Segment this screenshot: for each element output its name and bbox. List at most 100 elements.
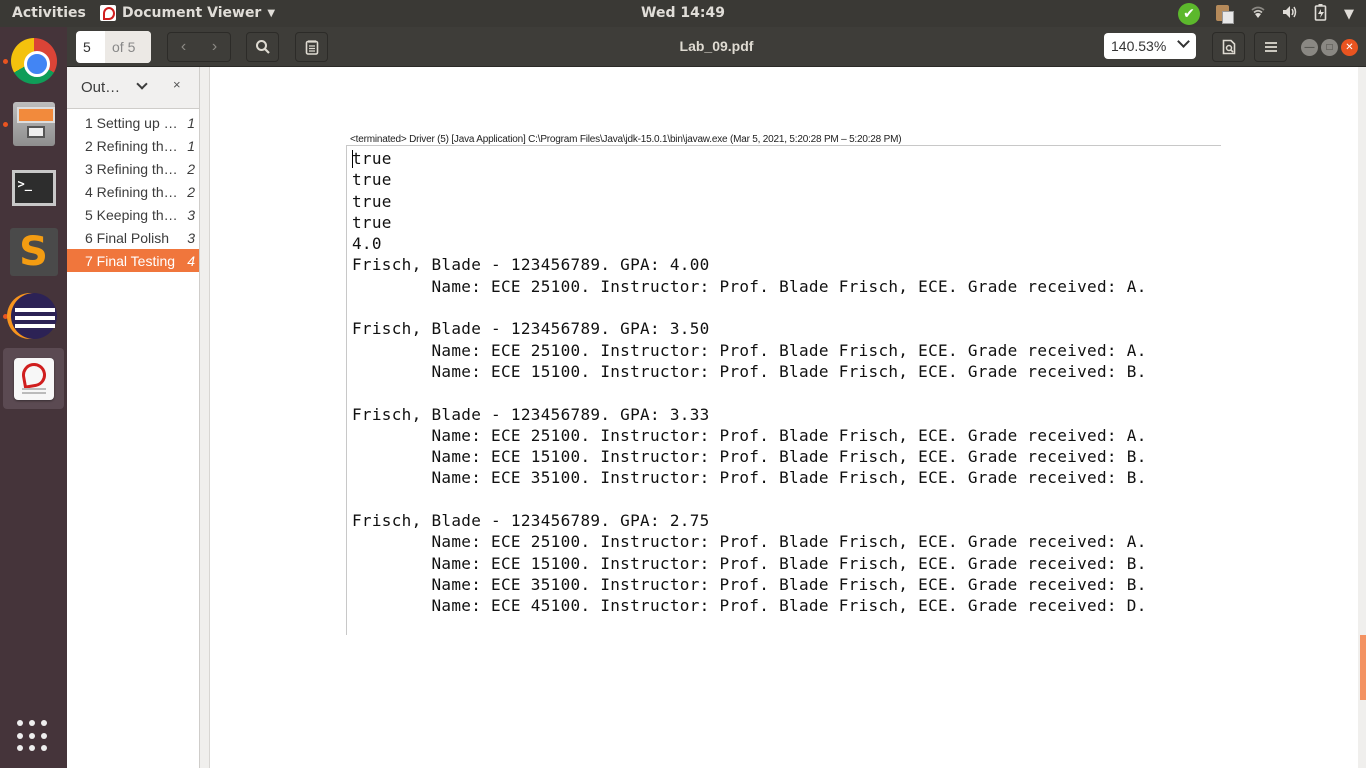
document-page[interactable]: <terminated> Driver (5) [Java Applicatio…	[210, 67, 1366, 768]
outline-item-label: 2 Refining th…	[85, 137, 178, 154]
outline-item-label: 1 Setting up …	[85, 114, 178, 131]
console-border	[346, 145, 347, 635]
outline-item-page: 3	[187, 206, 195, 223]
console-line: true	[352, 191, 392, 211]
outline-item[interactable]: 5 Keeping th… 3	[67, 203, 199, 226]
chevron-right-icon: ›	[211, 38, 218, 55]
page-total-label: of 5	[105, 31, 151, 63]
console-output: true true true true 4.0 Frisch, Blade - 12345…	[352, 148, 1147, 617]
dock-chrome[interactable]	[3, 30, 64, 91]
close-sidebar-icon[interactable]: ×	[173, 77, 181, 92]
console-line: 4.0	[352, 234, 382, 254]
sidebar-resize-handle[interactable]	[200, 67, 210, 768]
outline-item-page: 3	[187, 229, 195, 246]
chrome-icon	[10, 37, 57, 84]
clock[interactable]: Wed 14:49	[641, 5, 725, 21]
vertical-scrollbar[interactable]	[1358, 67, 1366, 768]
dock-document-viewer[interactable]	[3, 348, 64, 409]
battery-icon[interactable]	[1314, 3, 1328, 25]
outline-item[interactable]: 7 Final Testing 4	[67, 249, 199, 272]
dock-eclipse[interactable]	[3, 285, 64, 346]
console-header: <terminated> Driver (5) [Java Applicatio…	[350, 134, 902, 145]
top-bar: Activities Document Viewer ▼ Wed 14:49 ✔…	[0, 0, 1366, 27]
system-menu-caret-icon[interactable]: ▼	[1344, 7, 1354, 22]
chevron-down-icon[interactable]	[136, 78, 148, 90]
outline-item-label: 7 Final Testing	[85, 252, 176, 269]
close-button[interactable]: ✕	[1341, 39, 1358, 56]
console-line: Name: ECE 15100. Instructor: Prof. Blade…	[352, 447, 1147, 467]
dock-terminal[interactable]: >_	[3, 157, 64, 218]
dock-sublime[interactable]: S	[3, 221, 64, 282]
terminal-icon: >_	[11, 169, 56, 206]
sidebar-header: Out… ×	[67, 67, 199, 109]
app-menu[interactable]: Document Viewer ▼	[100, 5, 275, 21]
update-check-icon[interactable]: ✔	[1178, 3, 1200, 25]
current-page-input[interactable]: 5	[76, 31, 105, 63]
outline-item-page: 1	[187, 114, 195, 131]
dock-files[interactable]	[3, 93, 64, 154]
outline-item[interactable]: 3 Refining th… 2	[67, 157, 199, 180]
minimize-button[interactable]: —	[1301, 39, 1318, 56]
console-line: Frisch, Blade - 123456789. GPA: 3.50	[352, 319, 710, 339]
activities-button[interactable]: Activities	[12, 5, 86, 21]
console-line: Name: ECE 15100. Instructor: Prof. Blade…	[352, 361, 1147, 381]
sidebar: Out… × 1 Setting up … 1 2 Refining th… 1 3…	[67, 67, 200, 768]
previous-page-button[interactable]: ‹	[168, 33, 199, 61]
document-viewer-icon	[100, 5, 116, 21]
outline-item-page: 4	[187, 252, 195, 269]
notepad-icon	[305, 40, 318, 55]
scrollbar-thumb[interactable]	[1360, 635, 1366, 700]
console-divider	[346, 145, 1221, 146]
minimize-icon: —	[1304, 42, 1315, 53]
next-page-button[interactable]: ›	[199, 33, 230, 61]
outline-item-label: 5 Keeping th…	[85, 206, 178, 223]
outline-item[interactable]: 2 Refining th… 1	[67, 134, 199, 157]
page-number-entry[interactable]: 5 of 5	[76, 31, 151, 63]
volume-icon[interactable]	[1282, 5, 1298, 23]
app-menu-label: Document Viewer	[122, 5, 262, 21]
console-line: Name: ECE 25100. Instructor: Prof. Blade…	[352, 340, 1147, 360]
maximize-button[interactable]: □	[1321, 39, 1338, 56]
wifi-icon[interactable]	[1250, 5, 1266, 23]
maximize-icon: □	[1326, 42, 1333, 53]
zoom-selector[interactable]: 140.53%	[1104, 33, 1196, 59]
sidebar-mode-selector[interactable]: Out…	[81, 79, 120, 96]
outline-item[interactable]: 1 Setting up … 1	[67, 111, 199, 134]
page-settings-button[interactable]	[1212, 32, 1245, 62]
eclipse-icon	[10, 292, 57, 339]
dock: >_ S	[0, 27, 67, 768]
system-tray: ✔ ▼	[1178, 3, 1354, 25]
show-applications-icon[interactable]	[17, 720, 49, 752]
main-menu-button[interactable]	[1254, 32, 1287, 62]
console-line: Frisch, Blade - 123456789. GPA: 4.00	[352, 255, 710, 275]
outline-item[interactable]: 4 Refining th… 2	[67, 180, 199, 203]
zoom-level: 140.53%	[1111, 38, 1167, 54]
console-line: true	[352, 149, 392, 168]
outline-item-label: 4 Refining th…	[85, 183, 178, 200]
page-navigation: ‹ ›	[167, 32, 231, 62]
annotations-button[interactable]	[295, 32, 328, 62]
search-button[interactable]	[246, 32, 279, 62]
outline-item-label: 3 Refining th…	[85, 160, 178, 177]
console-line: Name: ECE 25100. Instructor: Prof. Blade…	[352, 276, 1147, 296]
outline-item-label: 6 Final Polish	[85, 229, 170, 246]
outline-item-page: 2	[187, 183, 195, 200]
outline-item-page: 2	[187, 160, 195, 177]
hamburger-menu-icon	[1264, 42, 1277, 52]
document-zoom-icon	[1222, 39, 1235, 55]
caret-down-icon: ▼	[267, 7, 276, 19]
console-line: Name: ECE 35100. Instructor: Prof. Blade…	[352, 468, 1147, 488]
console-line: Frisch, Blade - 123456789. GPA: 2.75	[352, 511, 710, 531]
header-bar: 5 of 5 ‹ › Lab_09.pdf 140.53% — □ ✕	[67, 27, 1366, 67]
chevron-down-icon	[1177, 35, 1190, 48]
console-line: Name: ECE 35100. Instructor: Prof. Blade…	[352, 574, 1147, 594]
outline-list: 1 Setting up … 1 2 Refining th… 1 3 Refini…	[67, 111, 199, 272]
document-viewer-icon	[13, 357, 54, 400]
clipboard-icon[interactable]	[1216, 4, 1234, 24]
document-title: Lab_09.pdf	[679, 38, 754, 54]
console-line: true	[352, 170, 392, 190]
console-line: Frisch, Blade - 123456789. GPA: 3.33	[352, 404, 710, 424]
outline-item[interactable]: 6 Final Polish 3	[67, 226, 199, 249]
